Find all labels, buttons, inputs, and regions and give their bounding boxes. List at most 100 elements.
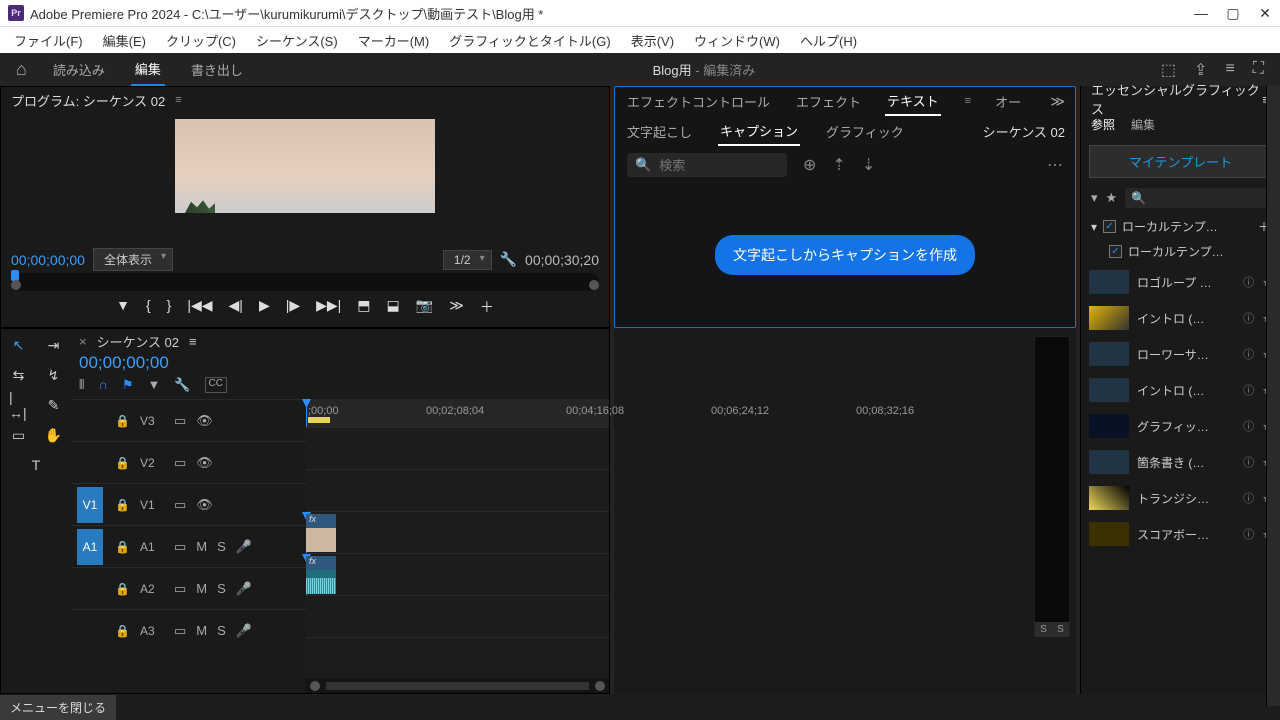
sync-icon[interactable]: ▭ [174, 539, 186, 555]
wrench-tl-icon[interactable]: 🔧 [174, 377, 190, 393]
link-icon[interactable]: ∩ [98, 377, 107, 393]
chevron-down-icon[interactable]: ▾ [1091, 220, 1097, 234]
menu-view[interactable]: 表示(V) [621, 28, 684, 53]
subtab-caption[interactable]: キャプション [718, 117, 800, 146]
close-menu-button[interactable]: メニューを閉じる [0, 695, 116, 720]
eye-icon[interactable]: 👁 [196, 413, 213, 429]
template-item[interactable]: イントロ (…ⓘ★ [1081, 300, 1280, 336]
template-item[interactable]: グラフィッ…ⓘ★ [1081, 408, 1280, 444]
sync-icon[interactable]: ▭ [174, 413, 186, 429]
local-checkbox2[interactable]: ✓ [1109, 245, 1122, 258]
info-icon[interactable]: ⓘ [1243, 526, 1254, 542]
menu-graphics[interactable]: グラフィックとタイトル(G) [439, 28, 621, 53]
program-timecode[interactable]: 00;00;00;00 [11, 252, 85, 268]
workspace-edit[interactable]: 編集 [131, 53, 165, 86]
lock-icon[interactable]: 🔒 [115, 582, 130, 596]
my-templates-button[interactable]: マイテンプレート [1089, 145, 1272, 178]
menu-help[interactable]: ヘルプ(H) [790, 28, 867, 53]
mute-icon[interactable]: M [196, 623, 207, 638]
marker2-icon[interactable]: ▼ [147, 377, 160, 393]
tab-effects[interactable]: エフェクト [794, 88, 863, 115]
solo-icon[interactable]: S [217, 539, 226, 554]
split-up-icon[interactable]: ⇡ [832, 155, 845, 175]
maximize-button[interactable]: ▢ [1226, 5, 1240, 22]
lock-icon[interactable]: 🔒 [115, 498, 130, 512]
mic-icon[interactable]: 🎤 [236, 539, 252, 555]
overflow-icon[interactable]: ≫ [1050, 93, 1065, 110]
zoom-select[interactable]: 全体表示 [93, 248, 173, 271]
lock-icon[interactable]: 🔒 [115, 540, 130, 554]
step-fwd-icon[interactable]: |▶ [286, 297, 300, 317]
solo-icon[interactable]: S [217, 581, 226, 596]
mic-icon[interactable]: 🎤 [236, 581, 252, 597]
quick-export-icon[interactable]: ⬚ [1161, 60, 1176, 80]
timeline-menu-icon[interactable]: ≡ [189, 334, 197, 349]
local-checkbox[interactable]: ✓ [1103, 220, 1116, 233]
snap-icon[interactable]: ⫴ [79, 377, 84, 393]
in-point-icon[interactable]: { [146, 297, 151, 317]
menu-file[interactable]: ファイル(F) [4, 28, 93, 53]
template-item[interactable]: ロゴループ …ⓘ★ [1081, 264, 1280, 300]
menu-clip[interactable]: クリップ(C) [156, 28, 246, 53]
play-icon[interactable]: ▶ [259, 297, 270, 317]
local-folder[interactable]: ローカルテンプ… [1122, 218, 1218, 235]
resolution-select[interactable]: 1/2 [443, 250, 492, 270]
track-a3[interactable]: A3 [140, 624, 164, 638]
type-tool[interactable]: T [26, 455, 46, 475]
lift-icon[interactable]: ⬒ [357, 297, 370, 317]
eye-icon[interactable]: 👁 [196, 455, 213, 471]
program-menu-icon[interactable]: ≡ [175, 94, 181, 106]
eye-icon[interactable]: 👁 [196, 497, 213, 513]
tab-text[interactable]: テキスト [885, 87, 941, 116]
add-caption-icon[interactable]: ⊕ [803, 155, 816, 175]
info-icon[interactable]: ⓘ [1243, 274, 1254, 290]
tab-effect-controls[interactable]: エフェクトコントロール [625, 88, 772, 115]
menu-window[interactable]: ウィンドウ(W) [684, 28, 790, 53]
template-item[interactable]: 箇条書き (…ⓘ★ [1081, 444, 1280, 480]
ripple-tool[interactable]: ⇆ [9, 365, 28, 385]
solo-icon[interactable]: S [217, 623, 226, 638]
goto-in-icon[interactable]: |◀◀ [187, 297, 212, 317]
more-icon[interactable]: ⋯ [1047, 155, 1063, 175]
workspace-export[interactable]: 書き出し [187, 54, 247, 85]
subtab-transcribe[interactable]: 文字起こし [625, 118, 694, 145]
track-v3[interactable]: V3 [140, 414, 164, 428]
info-icon[interactable]: ⓘ [1243, 346, 1254, 362]
template-item[interactable]: トランジシ…ⓘ★ [1081, 480, 1280, 516]
workspace-import[interactable]: 読み込み [49, 54, 109, 85]
source-v1[interactable]: V1 [77, 487, 103, 523]
eg-tab-browse[interactable]: 参照 [1091, 116, 1115, 133]
caption-search[interactable]: 🔍 [627, 153, 787, 177]
selection-tool[interactable]: ↖ [9, 335, 28, 355]
lock-icon[interactable]: 🔒 [115, 414, 130, 428]
add-button-icon[interactable]: ＋ [480, 297, 494, 317]
program-scrubber[interactable] [11, 273, 599, 291]
timeline-hscroll[interactable] [306, 679, 609, 693]
menu-marker[interactable]: マーカー(M) [348, 28, 440, 53]
goto-out-icon[interactable]: ▶▶| [316, 297, 341, 317]
info-icon[interactable]: ⓘ [1243, 490, 1254, 506]
local-subfolder[interactable]: ローカルテンプ… [1128, 243, 1224, 260]
right-dock-stub[interactable] [1266, 86, 1280, 706]
track-v2[interactable]: V2 [140, 456, 164, 470]
cc-icon[interactable]: CC [205, 377, 227, 393]
subtab-graphics[interactable]: グラフィック [824, 118, 906, 145]
audio-clip[interactable] [306, 556, 336, 594]
merge-icon[interactable]: ⇣ [862, 155, 875, 175]
sync-icon[interactable]: ▭ [174, 623, 186, 639]
video-clip[interactable] [306, 514, 336, 552]
sync-icon[interactable]: ▭ [174, 581, 186, 597]
source-a1[interactable]: A1 [77, 529, 103, 565]
audio-meter[interactable]: SS [1034, 336, 1070, 636]
home-icon[interactable]: ⌂ [16, 59, 27, 80]
menu-edit[interactable]: 編集(E) [93, 28, 156, 53]
track-select-tool[interactable]: ⇥ [44, 335, 63, 355]
fullscreen-icon[interactable]: ⛶ [1253, 60, 1264, 80]
timeline-timecode[interactable]: 00;00;00;00 [79, 353, 169, 373]
lock-icon[interactable]: 🔒 [115, 456, 130, 470]
timeline-area[interactable]: ;00;00 00;02;08;04 00;04;16;08 00;06;24;… [306, 399, 609, 693]
tab-audio[interactable]: オー [993, 88, 1023, 115]
eg-tab-edit[interactable]: 編集 [1131, 116, 1155, 133]
textpanel-menu-icon[interactable]: ≡ [965, 95, 971, 107]
hand-tool[interactable]: ✋ [44, 425, 63, 445]
